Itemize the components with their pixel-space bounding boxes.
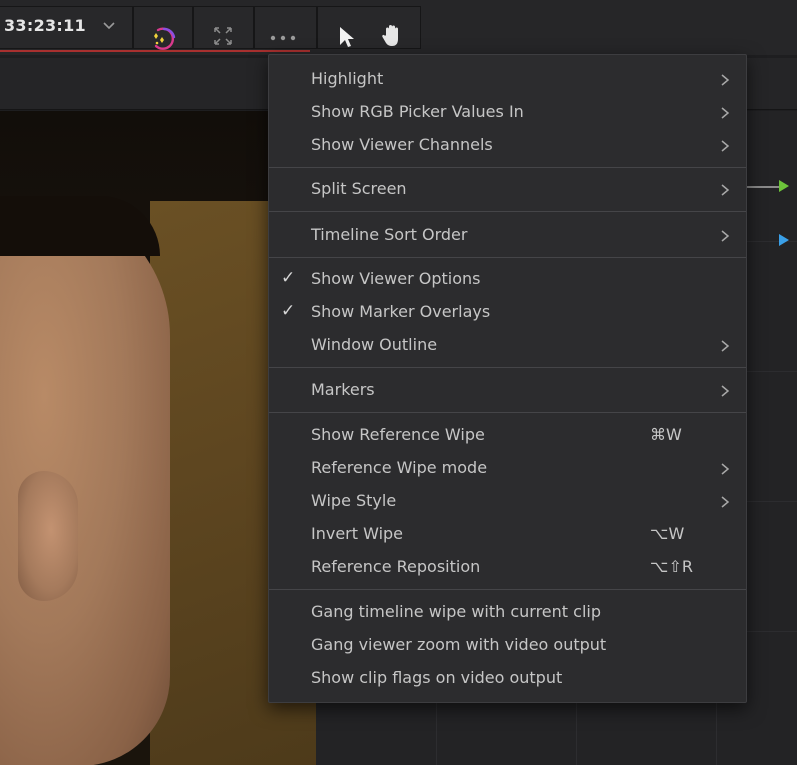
chevron-down-icon[interactable] (101, 17, 117, 33)
subject-hair (0, 196, 160, 256)
menu-item-reference-wipe-mode[interactable]: Reference Wipe mode (269, 452, 746, 485)
menu-separator (269, 257, 746, 258)
menu-item-label: Reference Reposition (311, 557, 481, 576)
shortcut-label: ⌥W (650, 524, 685, 543)
menu-item-gang-timeline-wipe[interactable]: Gang timeline wipe with current clip (269, 596, 746, 629)
menu-item-label: Show clip flags on video output (311, 668, 563, 687)
menu-separator (269, 589, 746, 590)
check-icon: ✓ (281, 268, 296, 288)
menu-item-label: Invert Wipe (311, 524, 404, 543)
menu-item-wipe-style[interactable]: Wipe Style (269, 485, 746, 518)
menu-item-label: Reference Wipe mode (311, 458, 488, 477)
menu-item-show-viewer-options[interactable]: ✓ Show Viewer Options (269, 263, 746, 296)
menu-item-label: Timeline Sort Order (311, 225, 468, 244)
menu-item-viewer-channels[interactable]: Show Viewer Channels (269, 129, 746, 162)
menu-item-timeline-sort-order[interactable]: Timeline Sort Order (269, 219, 746, 252)
node-output-green-arrow[interactable] (779, 180, 789, 192)
menu-item-window-outline[interactable]: Window Outline (269, 329, 746, 362)
subject-ear (18, 471, 78, 601)
menu-item-label: Show Viewer Options (311, 269, 481, 288)
menu-item-show-marker-overlays[interactable]: ✓ Show Marker Overlays (269, 296, 746, 329)
tool-mode-segment (317, 6, 421, 49)
viewer-options-menu: Highlight Show RGB Picker Values In Show… (268, 54, 747, 703)
shortcut-label: ⌥⇧R (650, 557, 693, 576)
playhead-progress-line (0, 50, 310, 52)
menu-item-label: Gang viewer zoom with video output (311, 635, 607, 654)
timecode-display[interactable]: 33:23:11 (4, 16, 86, 35)
chevron-right-icon (721, 107, 730, 119)
chevron-right-icon (721, 340, 730, 352)
chevron-right-icon (721, 74, 730, 86)
check-icon: ✓ (281, 301, 296, 321)
menu-item-rgb-picker-values[interactable]: Show RGB Picker Values In (269, 96, 746, 129)
chevron-right-icon (721, 140, 730, 152)
menu-item-label: Wipe Style (311, 491, 397, 510)
menu-item-gang-viewer-zoom[interactable]: Gang viewer zoom with video output (269, 629, 746, 662)
menu-item-markers[interactable]: Markers (269, 374, 746, 407)
menu-item-label: Show Viewer Channels (311, 135, 493, 154)
menu-item-label: Markers (311, 380, 375, 399)
chevron-right-icon (721, 496, 730, 508)
menu-item-invert-wipe[interactable]: Invert Wipe ⌥W (269, 518, 746, 551)
hand-icon[interactable] (380, 23, 404, 49)
menu-item-reference-reposition[interactable]: Reference Reposition ⌥⇧R (269, 551, 746, 584)
menu-separator (269, 167, 746, 168)
menu-item-label: Show RGB Picker Values In (311, 102, 524, 121)
chevron-right-icon (721, 463, 730, 475)
viewer-toolbar: 33:23:11 (0, 0, 797, 55)
chevron-right-icon (721, 230, 730, 242)
menu-item-label: Gang timeline wipe with current clip (311, 602, 601, 621)
menu-item-split-screen[interactable]: Split Screen (269, 173, 746, 206)
menu-item-label: Show Marker Overlays (311, 302, 491, 321)
resolve-color-page: 33:23:11 Highlight Show RGB Picker Value… (0, 0, 797, 765)
chevron-right-icon (721, 184, 730, 196)
menu-separator (269, 211, 746, 212)
shortcut-label: ⌘W (650, 425, 682, 444)
menu-item-label: Window Outline (311, 335, 438, 354)
more-options-icon[interactable] (268, 34, 298, 42)
pointer-icon[interactable] (336, 25, 356, 49)
menu-item-label: Show Reference Wipe (311, 425, 485, 444)
menu-item-show-clip-flags[interactable]: Show clip flags on video output (269, 662, 746, 695)
menu-item-highlight[interactable]: Highlight (269, 63, 746, 96)
more-options-segment[interactable] (254, 6, 317, 49)
menu-separator (269, 412, 746, 413)
chevron-right-icon (721, 385, 730, 397)
menu-item-label: Highlight (311, 69, 384, 88)
menu-item-show-reference-wipe[interactable]: Show Reference Wipe ⌘W (269, 419, 746, 452)
menu-item-label: Split Screen (311, 179, 407, 198)
fullscreen-icon[interactable] (212, 25, 234, 47)
node-output-blue-arrow[interactable] (779, 234, 789, 246)
menu-separator (269, 367, 746, 368)
